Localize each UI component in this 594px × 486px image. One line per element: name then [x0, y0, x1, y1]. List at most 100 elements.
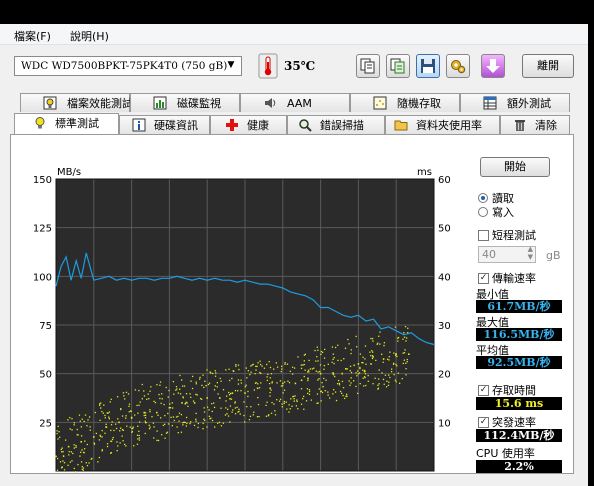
access-time-sample [390, 371, 393, 373]
access-time-sample [202, 374, 204, 376]
access-time-sample [82, 467, 85, 469]
access-time-sample [283, 389, 286, 391]
access-time-sample [269, 366, 272, 369]
tab-error-scan[interactable]: 錯誤掃描 [287, 115, 385, 134]
speaker-icon [265, 98, 276, 108]
access-time-sample [234, 389, 237, 392]
tab-extra-tests[interactable]: 額外測試 [460, 93, 570, 112]
access-time-sample [346, 368, 348, 370]
access-time-sample [257, 396, 259, 399]
tab-folder-usage[interactable]: 資料夾使用率 [385, 115, 500, 134]
access-time-sample [84, 414, 87, 416]
stepper-down-icon[interactable]: ▼ [528, 253, 533, 261]
tab-random-access[interactable]: 隨機存取 [350, 93, 460, 112]
access-time-sample [303, 360, 305, 362]
access-time-checkbox[interactable]: ✓ [478, 385, 489, 396]
tab-health[interactable]: 健康 [210, 115, 287, 134]
access-time-sample [206, 426, 208, 428]
menu-file[interactable]: 檔案(F) [14, 28, 51, 44]
access-time-sample [71, 460, 73, 462]
access-time-sample [250, 371, 252, 373]
access-time-sample [86, 425, 88, 427]
access-time-sample [359, 366, 361, 369]
y-right-tick-label: 50 [438, 224, 451, 235]
short-test-checkbox[interactable] [478, 230, 489, 241]
access-time-sample [125, 445, 127, 447]
access-time-sample [177, 415, 179, 418]
app-window: 檔案(F) 說明(H) WDC WD7500BPKT-75PK4T0 (750 … [0, 24, 588, 486]
access-time-sample [213, 402, 215, 404]
access-time-sample [405, 374, 407, 376]
drive-select[interactable]: WDC WD7500BPKT-75PK4T0 (750 gB) ▼ [14, 56, 242, 76]
access-time-sample [148, 428, 151, 430]
access-time-sample [69, 416, 71, 419]
access-time-sample [350, 382, 352, 384]
tab-benchmark[interactable]: 標準測試 [14, 113, 119, 134]
copy-button[interactable] [356, 54, 380, 78]
transfer-rate-checkbox[interactable]: ✓ [478, 273, 489, 284]
access-time-sample [259, 360, 261, 362]
access-time-sample [353, 364, 355, 367]
access-time-sample [311, 368, 314, 370]
tab-disk-monitor[interactable]: 磁碟監視 [130, 93, 240, 112]
chevron-down-icon[interactable]: ▼ [224, 60, 238, 72]
access-time-sample [255, 381, 257, 384]
access-time-sample [324, 390, 326, 392]
access-time-sample [405, 337, 408, 339]
access-time-sample [268, 360, 270, 363]
short-test-size-stepper[interactable]: 40 ▲ ▼ [478, 245, 536, 263]
access-time-sample [201, 384, 203, 387]
access-time-sample [344, 347, 347, 349]
access-time-sample [235, 364, 237, 366]
access-time-sample [153, 426, 155, 428]
access-time-sample [286, 408, 288, 410]
access-time-sample [195, 383, 197, 385]
access-time-sample [98, 404, 101, 406]
access-time-point [256, 387, 259, 390]
save-button[interactable] [416, 54, 440, 78]
exit-button[interactable]: 離開 [522, 54, 574, 78]
access-time-sample [196, 394, 198, 396]
tab-file-benchmark[interactable]: 檔案效能測試 [20, 93, 133, 112]
menu-help[interactable]: 說明(H) [70, 28, 109, 44]
average-value: 92.5MB/秒 [476, 356, 562, 369]
access-time-sample [225, 369, 227, 371]
write-radio[interactable] [478, 207, 488, 217]
tab-aam[interactable]: AAM [240, 93, 350, 112]
stepper-up-icon[interactable]: ▲ [528, 245, 533, 253]
access-time-sample [253, 389, 255, 391]
start-button[interactable]: 開始 [480, 157, 550, 177]
access-time-sample [128, 405, 130, 408]
access-time-sample [341, 380, 344, 383]
read-radio[interactable] [478, 193, 488, 203]
access-time-sample [102, 412, 104, 414]
copy-text-button[interactable] [386, 54, 410, 78]
access-time-sample [180, 413, 183, 416]
access-time-sample [240, 389, 242, 392]
access-time-sample [122, 392, 125, 394]
access-time-sample [143, 414, 145, 417]
access-time-sample [323, 357, 326, 359]
y-right-tick-label: 60 [438, 175, 451, 186]
access-time-sample [162, 424, 165, 427]
download-button[interactable] [481, 54, 505, 78]
access-time-sample [396, 365, 398, 367]
access-time-sample [104, 417, 106, 419]
access-time-sample [125, 417, 127, 419]
tab-disk-info[interactable]: 硬碟資訊 [119, 115, 210, 134]
access-time-sample [349, 365, 352, 368]
access-time-sample [206, 369, 208, 371]
burst-rate-checkbox[interactable]: ✓ [478, 417, 489, 428]
access-time-sample [76, 428, 78, 431]
access-time-sample [338, 382, 341, 385]
access-time-sample [84, 440, 86, 442]
access-time-sample [243, 401, 245, 403]
access-time-sample [117, 445, 119, 447]
access-time-sample [197, 422, 199, 425]
options-button[interactable] [446, 54, 470, 78]
access-time-sample [269, 377, 271, 379]
access-time-sample [211, 419, 214, 422]
access-time-sample [156, 439, 158, 442]
tab-erase[interactable]: 清除 [500, 115, 570, 134]
access-time-sample [207, 383, 210, 386]
